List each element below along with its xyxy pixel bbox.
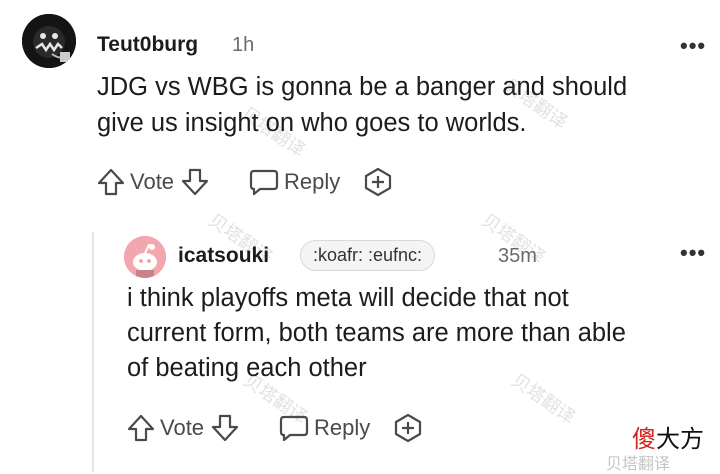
timestamp: 1h [232,34,255,56]
thread-line[interactable] [92,232,94,472]
avatar-image [124,236,166,278]
award-plus-icon[interactable] [362,166,394,198]
vote-label: Vote [160,415,205,440]
avatar[interactable] [22,14,76,68]
comment-text-line: JDG vs WBG is gonna be a banger and shou… [97,73,628,101]
username[interactable]: icatsouki [178,244,269,268]
arrow-down-icon[interactable] [210,413,240,443]
watermark-text: 贝塔翻译 [507,369,579,429]
award-plus-icon[interactable] [392,412,424,444]
vote-control: Vote [126,413,240,443]
reply-button[interactable]: Reply [248,167,340,197]
timestamp: 35m [498,245,537,267]
avatar-image [22,14,76,68]
logo: 傻大方 [632,419,704,454]
speech-bubble-icon [278,413,310,443]
vote-control: Vote [96,167,210,197]
comment-text-line: i think playoffs meta will decide that n… [127,284,569,312]
comment-actions: Vote Reply [126,412,424,444]
vote-label: Vote [130,169,175,194]
reply-label: Reply [314,415,371,440]
reply-label: Reply [284,169,341,194]
logo-part-2: 大方 [656,425,704,453]
comment-text-line: give us insight on who goes to worlds. [97,109,527,137]
avatar[interactable] [124,236,166,278]
arrow-up-icon[interactable] [96,167,126,197]
comment-actions: Vote Reply [96,166,394,198]
username[interactable]: Teut0burg [97,33,198,57]
user-flair: :koafr: :eufnc: [300,240,436,271]
more-options-icon[interactable]: ••• [680,240,706,266]
arrow-up-icon[interactable] [126,413,156,443]
arrow-down-icon[interactable] [180,167,210,197]
logo-part-1: 傻 [632,425,656,453]
comment-text-line: current form, both teams are more than a… [127,319,626,347]
speech-bubble-icon [248,167,280,197]
reply-button[interactable]: Reply [278,413,370,443]
more-options-icon[interactable]: ••• [680,33,706,59]
comment-text-line: of beating each other [127,354,367,382]
